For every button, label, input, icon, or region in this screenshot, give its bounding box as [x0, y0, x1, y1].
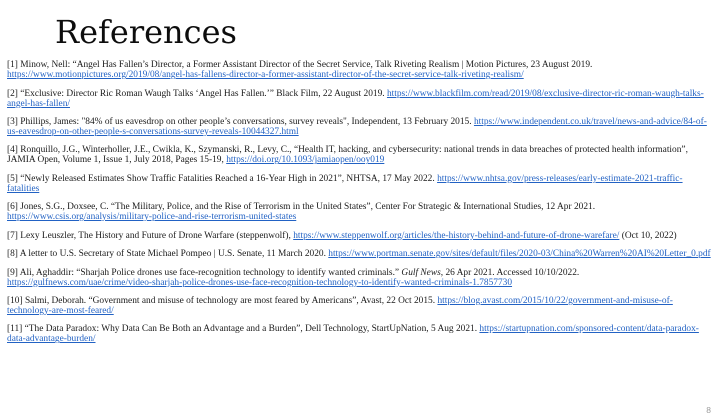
reference-item: [5] “Newly Released Estimates Show Traff…	[7, 175, 713, 195]
reference-item: [4] Ronquillo, J.G., Winterholler, J.E.,…	[7, 146, 713, 166]
slide: References [1] Minow, Nell: “Angel Has F…	[0, 15, 720, 420]
reference-text: [3] Phillips, James: "84% of us eavesdro…	[7, 117, 474, 127]
reference-item: [9] Ali, Aghaddir: “Sharjah Police drone…	[7, 269, 713, 289]
slide-title: References	[55, 15, 713, 50]
reference-text: [6] Jones, S.G., Doxsee, C. “The Militar…	[7, 202, 595, 212]
reference-item: [2] “Exclusive: Director Ric Roman Waugh…	[7, 90, 713, 110]
reference-link[interactable]: https://www.steppenwolf.org/articles/the…	[293, 231, 619, 241]
page-number: 8	[706, 405, 711, 415]
reference-item: [10] Salmi, Deborah. “Government and mis…	[7, 297, 713, 317]
reference-item: [11] “The Data Paradox: Why Data Can Be …	[7, 325, 713, 345]
reference-text: [5] “Newly Released Estimates Show Traff…	[7, 174, 437, 184]
reference-text: [8] A letter to U.S. Secretary of State …	[7, 249, 328, 259]
reference-link[interactable]: https://gulfnews.com/uae/crime/video-sha…	[7, 278, 512, 288]
reference-link[interactable]: https://www.csis.org/analysis/military-p…	[7, 212, 296, 222]
reference-link[interactable]: https://doi.org/10.1093/jamiaopen/ooy019	[226, 155, 384, 165]
reference-text: (Oct 10, 2022)	[619, 231, 676, 241]
reference-item: [3] Phillips, James: "84% of us eavesdro…	[7, 118, 713, 138]
reference-link[interactable]: https://www.portman.senate.gov/sites/def…	[328, 249, 710, 259]
reference-link[interactable]: https://www.motionpictures.org/2019/08/a…	[7, 70, 524, 80]
reference-text: [7] Lexy Leuszler, The History and Futur…	[7, 231, 293, 241]
reference-item: [1] Minow, Nell: “Angel Has Fallen’s Dir…	[7, 61, 713, 81]
reference-text: , 26 Apr 2021. Accessed 10/10/2022.	[441, 268, 580, 278]
reference-item: [6] Jones, S.G., Doxsee, C. “The Militar…	[7, 203, 713, 223]
reference-text: [11] “The Data Paradox: Why Data Can Be …	[7, 324, 479, 334]
reference-source-name: Gulf News	[401, 268, 440, 278]
reference-item: [7] Lexy Leuszler, The History and Futur…	[7, 232, 713, 242]
reference-item: [8] A letter to U.S. Secretary of State …	[7, 250, 713, 260]
references-list: [1] Minow, Nell: “Angel Has Fallen’s Dir…	[7, 61, 713, 345]
reference-text: [2] “Exclusive: Director Ric Roman Waugh…	[7, 89, 387, 99]
reference-text: [1] Minow, Nell: “Angel Has Fallen’s Dir…	[7, 60, 592, 70]
reference-text: [9] Ali, Aghaddir: “Sharjah Police drone…	[7, 268, 401, 278]
reference-text: [10] Salmi, Deborah. “Government and mis…	[7, 296, 437, 306]
